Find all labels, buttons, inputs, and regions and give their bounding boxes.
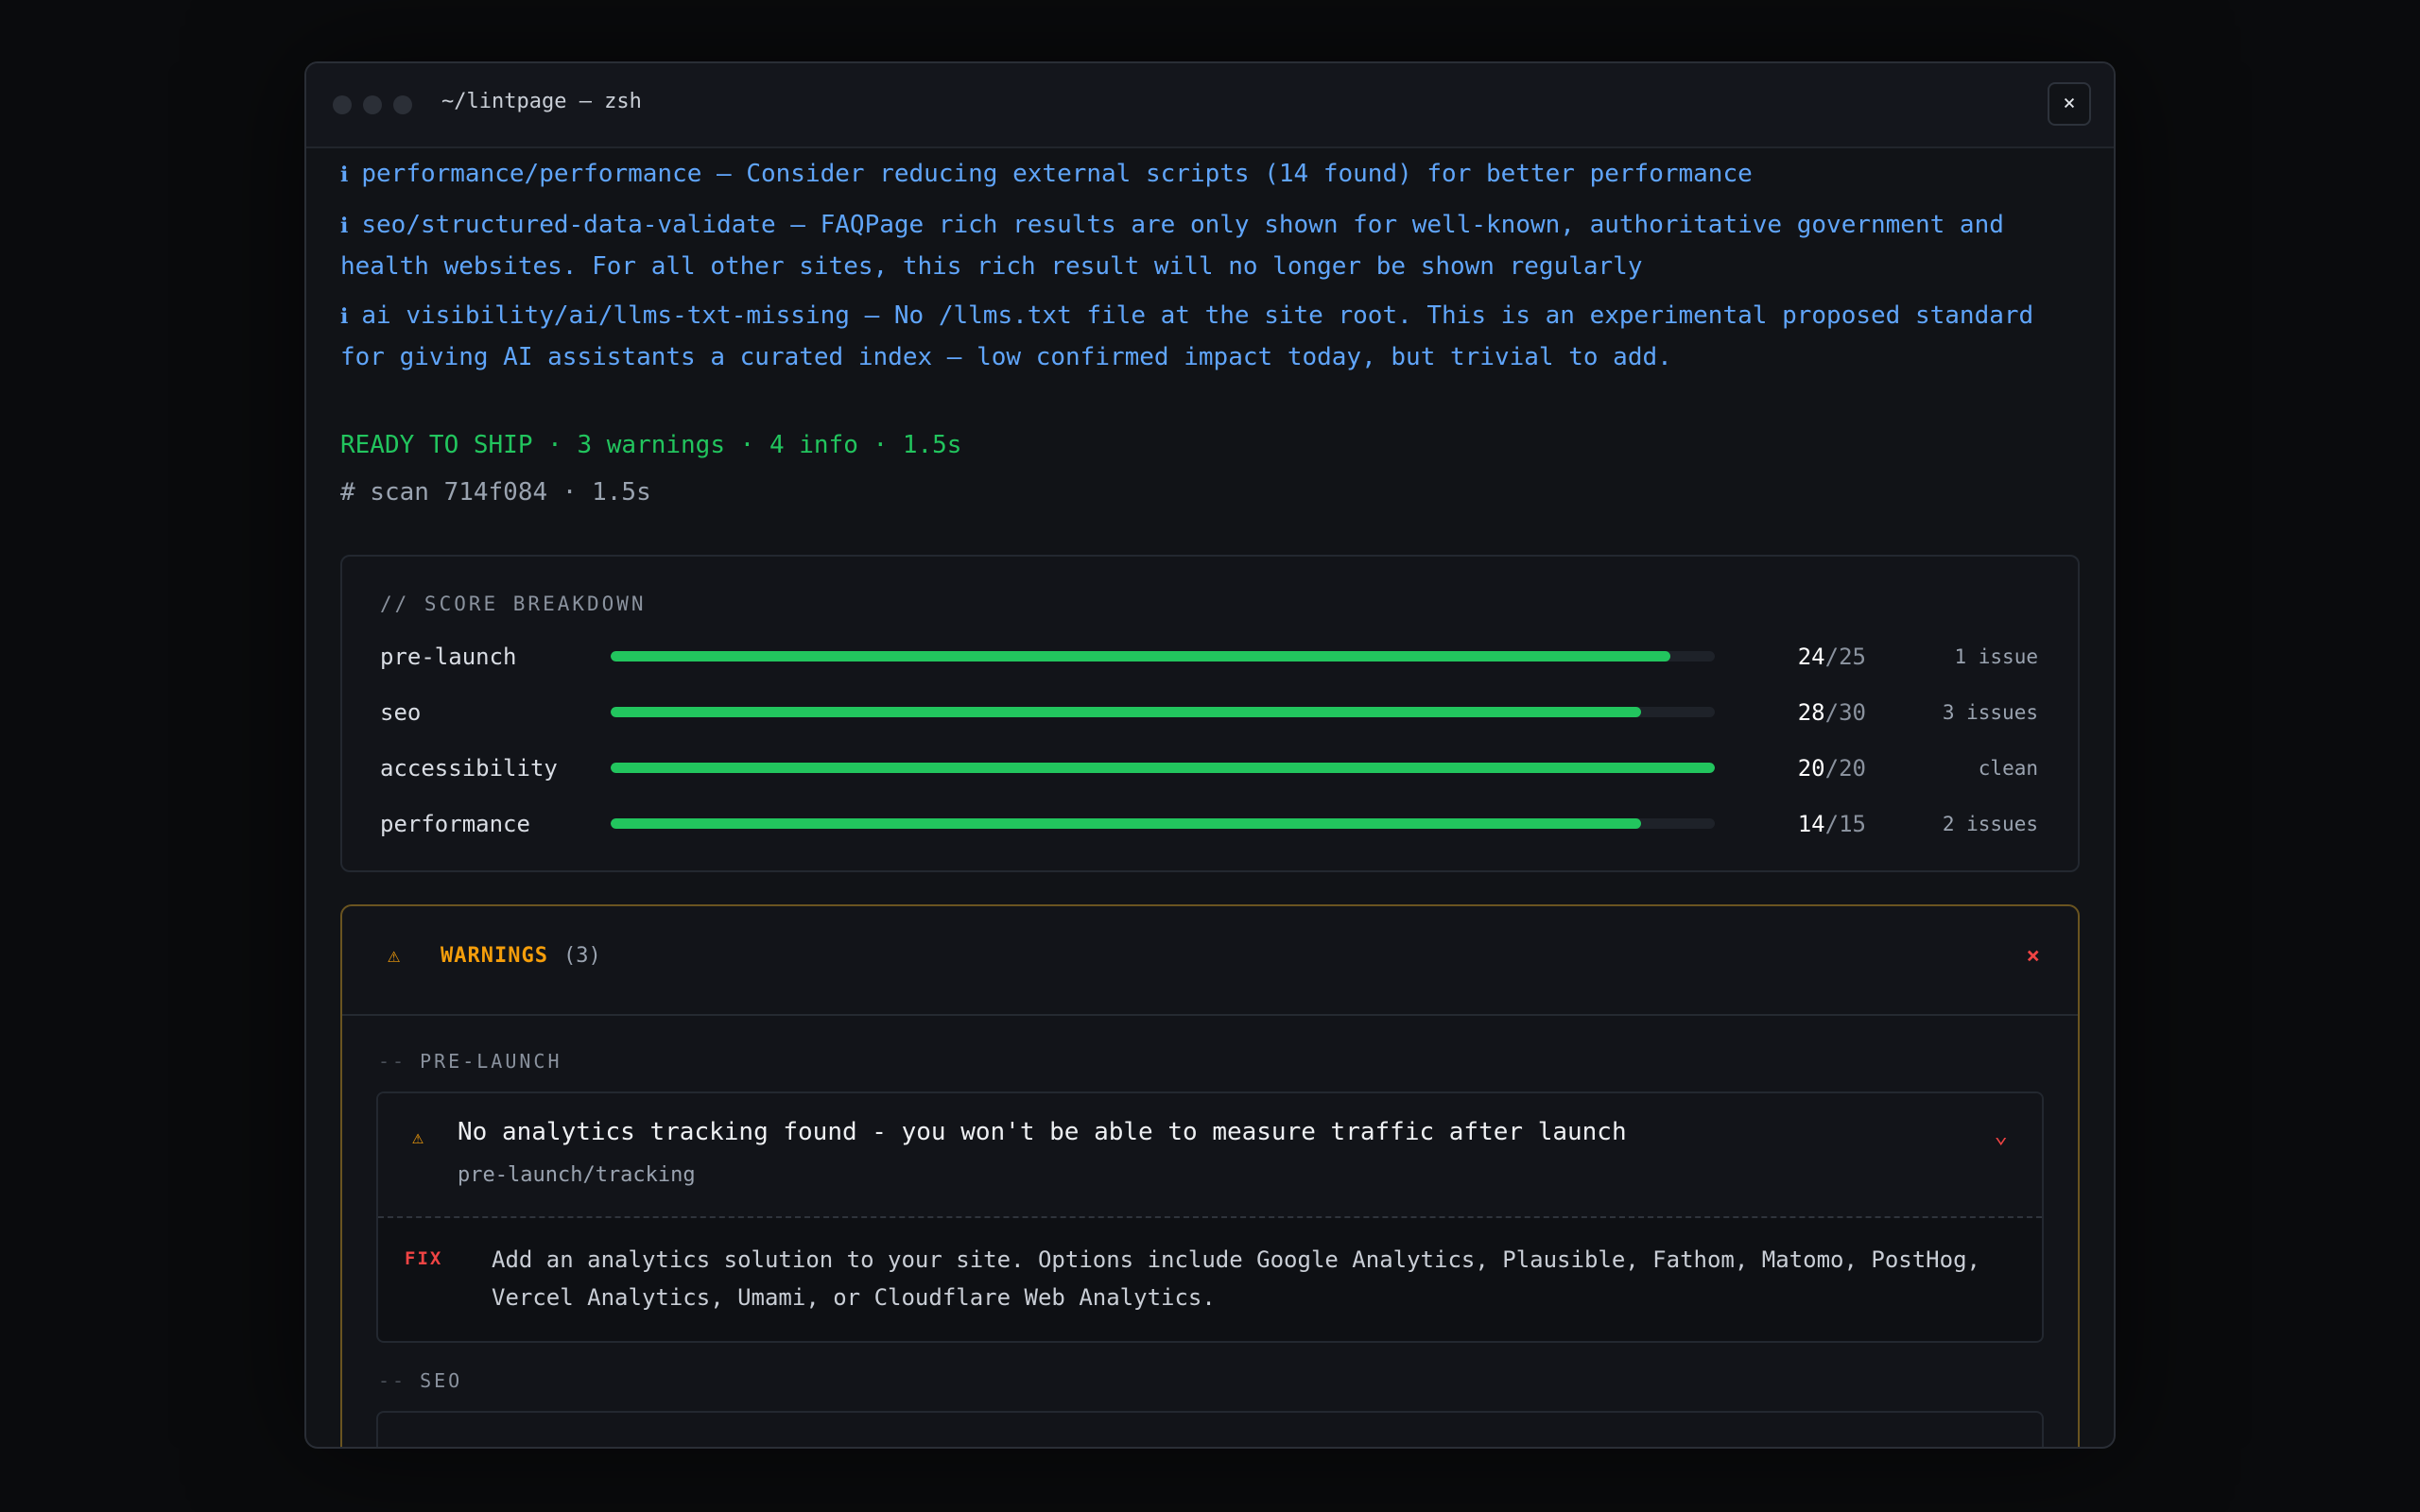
info-text: seo/structured-data-validate — FAQPage r… bbox=[340, 211, 2019, 281]
chevron-down-icon[interactable]: ⌄ bbox=[1995, 1122, 2008, 1148]
scan-id: # scan 714f084 · 1.5s bbox=[340, 478, 651, 507]
score-max: /30 bbox=[1824, 698, 1866, 726]
score-value: 14/15 bbox=[1715, 811, 1866, 837]
score-bar-fill bbox=[611, 818, 1642, 829]
score-row: performance 14/15 2 issues bbox=[380, 796, 2040, 851]
maximize-dot[interactable] bbox=[393, 95, 412, 114]
issue-title: No analytics tracking found - you won't … bbox=[458, 1118, 1627, 1146]
score-breakdown-title: // SCORE BREAKDOWN bbox=[380, 593, 647, 615]
score-label: performance bbox=[380, 810, 530, 837]
score-bar-fill bbox=[611, 763, 1715, 773]
terminal-output: ℹ performance/performance — Consider redu… bbox=[306, 154, 2114, 1447]
info-line: ℹ performance/performance — Consider redu… bbox=[340, 154, 2080, 196]
score-got: 28 bbox=[1797, 698, 1825, 726]
score-bar bbox=[611, 818, 1715, 829]
score-bar-fill bbox=[611, 651, 1671, 662]
score-max: /15 bbox=[1824, 810, 1866, 837]
info-icon: ℹ bbox=[340, 305, 349, 329]
close-button[interactable]: × bbox=[2048, 82, 2091, 126]
issue-rule: pre-launch/tracking bbox=[458, 1163, 696, 1187]
score-value: 20/20 bbox=[1715, 755, 1866, 782]
score-issues: 3 issues bbox=[1942, 700, 2038, 724]
issue-header[interactable]: ⚠ No analytics tracking found - you won'… bbox=[378, 1093, 2042, 1218]
window-title: ~/lintpage — zsh bbox=[441, 90, 642, 113]
group-label-pre-launch: -- PRE-LAUNCH bbox=[342, 1050, 2078, 1073]
info-line: ℹ ai visibility/ai/llms-txt-missing — No … bbox=[340, 296, 2080, 377]
score-got: 14 bbox=[1797, 810, 1825, 837]
warnings-count: (3) bbox=[563, 944, 601, 968]
group-label-text: PRE-LAUNCH bbox=[420, 1050, 562, 1073]
score-value: 28/30 bbox=[1715, 699, 1866, 726]
title-bar: ~/lintpage — zsh × bbox=[306, 63, 2114, 148]
fix-text: Add an analytics solution to your site. … bbox=[492, 1246, 1980, 1311]
score-got: 20 bbox=[1797, 754, 1825, 782]
score-label: pre-launch bbox=[380, 643, 517, 670]
window-controls bbox=[333, 95, 412, 114]
score-value: 24/25 bbox=[1715, 644, 1866, 670]
issue-card: ⚠ No analytics tracking found - you won'… bbox=[376, 1091, 2044, 1343]
score-bar-fill bbox=[611, 707, 1642, 717]
score-max: /25 bbox=[1824, 643, 1866, 670]
score-row: accessibility 20/20 clean bbox=[380, 740, 2040, 796]
score-issues: 2 issues bbox=[1942, 812, 2038, 835]
info-line: ℹ seo/structured-data-validate — FAQPage … bbox=[340, 205, 2080, 286]
warnings-header[interactable]: ⚠ WARNINGS (3) × bbox=[342, 906, 2078, 1016]
score-bar bbox=[611, 763, 1715, 773]
terminal-window: ~/lintpage — zsh × ℹ performance/performa… bbox=[304, 61, 2116, 1449]
info-text: performance/performance — Consider reduc… bbox=[361, 160, 1753, 188]
warnings-title: WARNINGS bbox=[441, 944, 548, 968]
close-dot[interactable] bbox=[333, 95, 352, 114]
score-bar bbox=[611, 651, 1715, 662]
warning-icon: ⚠ bbox=[388, 944, 401, 968]
score-bar bbox=[611, 707, 1715, 717]
group-dash: -- bbox=[378, 1050, 407, 1073]
group-label-seo: -- SEO bbox=[342, 1369, 2078, 1392]
issue-fix: FIX Add an analytics solution to your si… bbox=[378, 1218, 2042, 1341]
score-issues: 1 issue bbox=[1954, 644, 2038, 668]
score-breakdown-panel: // SCORE BREAKDOWN pre-launch 24/25 1 is… bbox=[340, 555, 2080, 872]
score-max: /20 bbox=[1824, 754, 1866, 782]
score-got: 24 bbox=[1797, 643, 1825, 670]
info-icon: ℹ bbox=[340, 215, 349, 238]
fix-tag: FIX bbox=[405, 1248, 443, 1269]
issue-card bbox=[376, 1411, 2044, 1447]
score-issues: clean bbox=[1978, 756, 2038, 780]
warning-icon: ⚠ bbox=[412, 1125, 424, 1148]
info-text: ai visibility/ai/llms-txt-missing — No /… bbox=[340, 301, 2048, 371]
ready-status: READY TO SHIP · 3 warnings · 4 info · 1.… bbox=[340, 431, 962, 459]
group-dash: -- bbox=[378, 1369, 407, 1392]
close-icon[interactable]: × bbox=[2027, 942, 2040, 969]
info-icon: ℹ bbox=[340, 163, 349, 187]
score-row: pre-launch 24/25 1 issue bbox=[380, 628, 2040, 684]
score-label: seo bbox=[380, 698, 422, 726]
score-label: accessibility bbox=[380, 754, 558, 782]
warnings-panel: ⚠ WARNINGS (3) × -- PRE-LAUNCH ⚠ No analy… bbox=[340, 904, 2080, 1447]
minimize-dot[interactable] bbox=[363, 95, 382, 114]
group-label-text: SEO bbox=[420, 1369, 463, 1392]
score-row: seo 28/30 3 issues bbox=[380, 684, 2040, 740]
